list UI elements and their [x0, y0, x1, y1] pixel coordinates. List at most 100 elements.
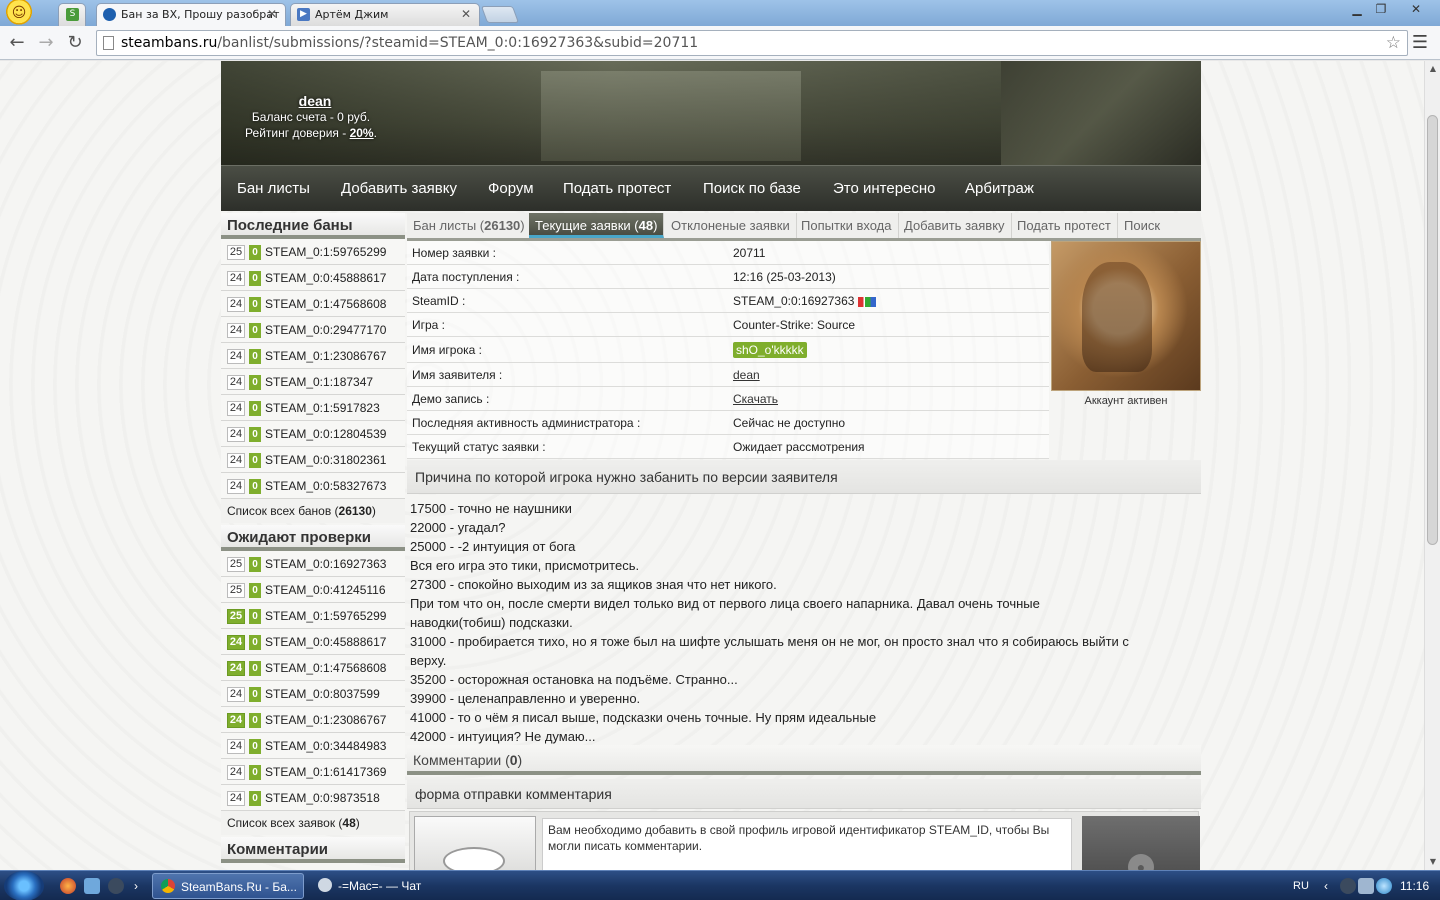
- sidebar-steamid-row[interactable]: 24 0 STEAM_0:1:23086767: [221, 343, 405, 369]
- start-button[interactable]: [4, 871, 44, 900]
- all-bans-link[interactable]: Список всех банов (26130): [221, 499, 405, 523]
- sidebar-steamid-row[interactable]: 25 0 STEAM_0:0:41245116: [221, 577, 405, 603]
- page-scrollbar[interactable]: ▲ ▼: [1424, 61, 1440, 870]
- steamid-link[interactable]: STEAM_0:0:45888617: [265, 265, 386, 291]
- subtab-current[interactable]: Текущие заявки (48): [529, 213, 665, 238]
- sidebar-steamid-row[interactable]: 24 0 STEAM_0:0:12804539: [221, 421, 405, 447]
- steamid-link[interactable]: STEAM_0:1:23086767: [265, 343, 386, 369]
- volume-icon[interactable]: [1376, 878, 1392, 894]
- menu-icon[interactable]: ☰: [1408, 31, 1432, 55]
- sidebar-steamid-row[interactable]: 24 0 STEAM_0:1:61417369: [221, 759, 405, 785]
- steamid-link[interactable]: STEAM_0:0:16927363: [265, 551, 386, 577]
- all-submissions-link[interactable]: Список всех заявок (48): [221, 811, 405, 835]
- steam-tray-icon[interactable]: [1340, 878, 1356, 894]
- steamid-link[interactable]: STEAM_0:1:23086767: [265, 707, 386, 733]
- steam-quicklaunch-icon[interactable]: [108, 878, 124, 894]
- smiley-icon[interactable]: ☺: [4, 0, 34, 26]
- close-tab-icon[interactable]: ✕: [461, 4, 471, 25]
- tab-artem-jim[interactable]: ▶ Артём Джим ✕: [290, 3, 480, 26]
- nav-add-submission[interactable]: Добавить заявку: [341, 166, 457, 212]
- reason-title: Причина по которой игрока нужно забанить…: [407, 460, 1201, 494]
- steamid-link[interactable]: STEAM_0:0:45888617: [265, 629, 386, 655]
- steamid-link[interactable]: STEAM_0:1:47568608: [265, 291, 386, 317]
- maximize-icon[interactable]: ❐: [1368, 2, 1394, 18]
- subtab-search[interactable]: Поиск: [1118, 213, 1166, 238]
- chevron-right-icon[interactable]: ›: [134, 871, 138, 900]
- forward-arrow-icon[interactable]: →: [34, 31, 58, 55]
- count-badge: 24: [227, 401, 245, 416]
- pinned-tab[interactable]: S: [58, 3, 86, 26]
- language-indicator[interactable]: RU: [1293, 871, 1309, 900]
- steamid-link[interactable]: STEAM_0:1:59765299: [265, 603, 386, 629]
- rating-link[interactable]: 20%: [350, 126, 374, 140]
- network-icon[interactable]: [1358, 878, 1374, 894]
- subtab-rejected[interactable]: Отклоненые заявки: [665, 213, 797, 238]
- nav-protest[interactable]: Подать протест: [563, 166, 671, 212]
- subtab-protest[interactable]: Подать протест: [1011, 213, 1118, 238]
- sidebar-steamid-row[interactable]: 24 0 STEAM_0:0:45888617: [221, 629, 405, 655]
- username-link[interactable]: dean: [221, 93, 401, 109]
- steamid-link[interactable]: STEAM_0:1:5917823: [265, 395, 380, 421]
- browser-quicklaunch-icon[interactable]: [60, 878, 76, 894]
- steamid-link[interactable]: STEAM_0:0:29477170: [265, 317, 386, 343]
- sidebar-steamid-row[interactable]: 25 0 STEAM_0:1:59765299: [221, 239, 405, 265]
- subtab-add[interactable]: Добавить заявку: [898, 213, 1012, 238]
- sidebar-steamid-row[interactable]: 24 0 STEAM_0:0:58327673: [221, 473, 405, 499]
- steamid-link[interactable]: STEAM_0:0:31802361: [265, 447, 386, 473]
- submitter-link[interactable]: dean: [733, 368, 760, 382]
- nav-ban-lists[interactable]: Бан листы: [237, 166, 310, 212]
- pending-list: 25 0 STEAM_0:0:16927363 25 0 STEAM_0:0:412451…: [221, 551, 405, 811]
- steamid-link[interactable]: STEAM_0:0:41245116: [265, 577, 386, 603]
- steamid-link[interactable]: STEAM_0:0:34484983: [265, 733, 386, 759]
- minimize-icon[interactable]: ▁: [1344, 2, 1370, 18]
- subtab-banlists[interactable]: Бан листы (26130): [407, 213, 532, 238]
- steamid-link[interactable]: STEAM_0:1:187347: [265, 369, 373, 395]
- app-quicklaunch-icon[interactable]: [84, 878, 100, 894]
- subtab-login-attempts[interactable]: Попытки входа: [795, 213, 899, 238]
- taskbar-steam-chat[interactable]: -=Mac=- — Чат: [310, 873, 470, 899]
- scrollbar-thumb[interactable]: [1427, 115, 1438, 545]
- clock[interactable]: 11:16: [1400, 871, 1429, 900]
- count-badge: 24: [227, 765, 245, 780]
- taskbar-chrome-window[interactable]: SteamBans.Ru - Ба...: [152, 873, 304, 899]
- sidebar-steamid-row[interactable]: 24 0 STEAM_0:0:9873518: [221, 785, 405, 811]
- nav-forum[interactable]: Форум: [488, 166, 534, 212]
- nav-arbitration[interactable]: Арбитраж: [965, 166, 1034, 212]
- sidebar-steamid-row[interactable]: 24 0 STEAM_0:1:47568608: [221, 655, 405, 681]
- steamid-link[interactable]: STEAM_0:0:12804539: [265, 421, 386, 447]
- sidebar-steamid-row[interactable]: 25 0 STEAM_0:0:16927363: [221, 551, 405, 577]
- steamid-link[interactable]: STEAM_0:1:61417369: [265, 759, 386, 785]
- nav-search[interactable]: Поиск по базе: [703, 166, 801, 212]
- close-window-icon[interactable]: ✕: [1400, 2, 1432, 18]
- sidebar-steamid-row[interactable]: 24 0 STEAM_0:1:23086767: [221, 707, 405, 733]
- profile-links-icon[interactable]: [858, 296, 877, 307]
- page-icon: [103, 36, 114, 50]
- tray-expand-icon[interactable]: ‹: [1324, 871, 1328, 900]
- sidebar-steamid-row[interactable]: 24 0 STEAM_0:1:187347: [221, 369, 405, 395]
- bookmark-star-icon[interactable]: ☆: [1386, 31, 1401, 55]
- close-tab-icon[interactable]: ✕: [267, 4, 277, 25]
- sidebar-steamid-row[interactable]: 24 0 STEAM_0:0:31802361: [221, 447, 405, 473]
- sidebar-steamid-row[interactable]: 24 0 STEAM_0:0:8037599: [221, 681, 405, 707]
- url-text[interactable]: steambans.ru/banlist/submissions/?steami…: [121, 31, 698, 55]
- download-demo-link[interactable]: Скачать: [733, 392, 778, 406]
- sidebar-steamid-row[interactable]: 24 0 STEAM_0:0:29477170: [221, 317, 405, 343]
- steamid-link[interactable]: STEAM_0:0:58327673: [265, 473, 386, 499]
- sidebar-steamid-row[interactable]: 25 0 STEAM_0:1:59765299: [221, 603, 405, 629]
- scroll-up-icon[interactable]: ▲: [1425, 61, 1440, 77]
- steamid-link[interactable]: STEAM_0:1:47568608: [265, 655, 386, 681]
- new-tab-button[interactable]: [480, 6, 520, 23]
- steamid-link[interactable]: STEAM_0:0:8037599: [265, 681, 380, 707]
- reload-icon[interactable]: ↻: [63, 31, 87, 55]
- sidebar-steamid-row[interactable]: 24 0 STEAM_0:0:34484983: [221, 733, 405, 759]
- back-arrow-icon[interactable]: ←: [5, 31, 29, 55]
- steamid-link[interactable]: STEAM_0:0:9873518: [265, 785, 380, 811]
- sidebar-steamid-row[interactable]: 24 0 STEAM_0:0:45888617: [221, 265, 405, 291]
- sidebar-steamid-row[interactable]: 24 0 STEAM_0:1:47568608: [221, 291, 405, 317]
- nav-interesting[interactable]: Это интересно: [833, 166, 936, 212]
- steamid-link[interactable]: STEAM_0:1:59765299: [265, 239, 386, 265]
- sidebar-steamid-row[interactable]: 24 0 STEAM_0:1:5917823: [221, 395, 405, 421]
- scroll-down-icon[interactable]: ▼: [1425, 854, 1440, 870]
- tab-ban-submission[interactable]: Бан за ВХ, Прошу разобрат ✕: [96, 3, 286, 26]
- address-bar[interactable]: steambans.ru/banlist/submissions/?steami…: [96, 30, 1408, 56]
